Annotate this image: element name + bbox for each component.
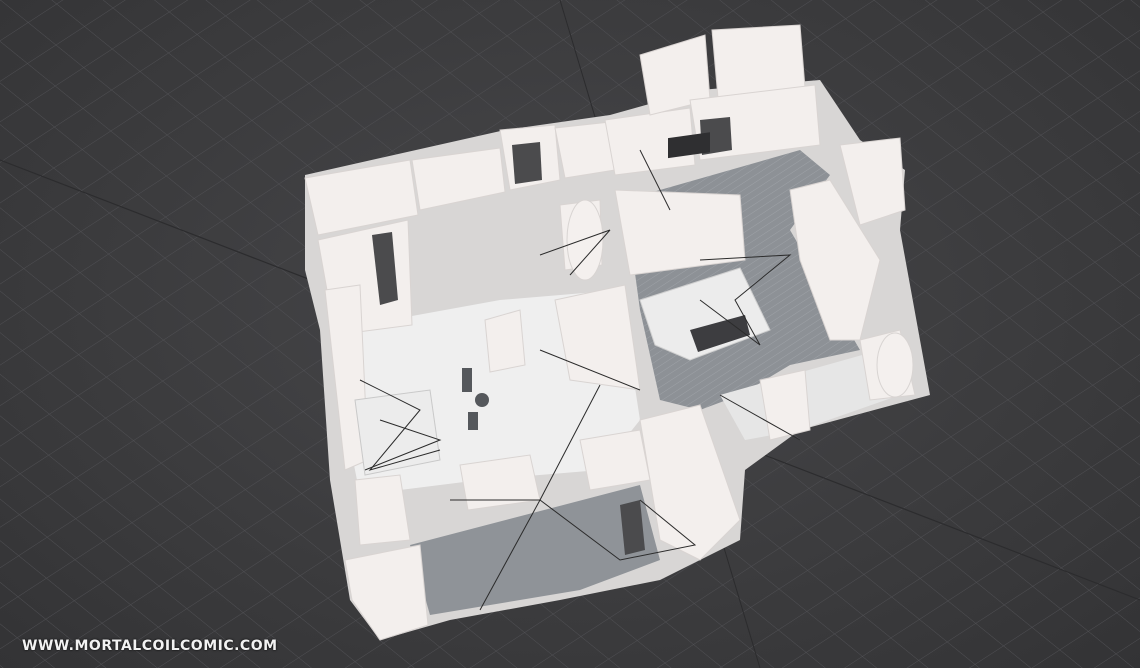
column: [566, 199, 604, 281]
scene-svg: [0, 0, 1140, 668]
3d-viewport[interactable]: WWW.MORTALCOILCOMIC.COM: [0, 0, 1140, 668]
column-right: [876, 332, 914, 398]
watermark-text: WWW.MORTALCOILCOMIC.COM: [22, 638, 278, 654]
